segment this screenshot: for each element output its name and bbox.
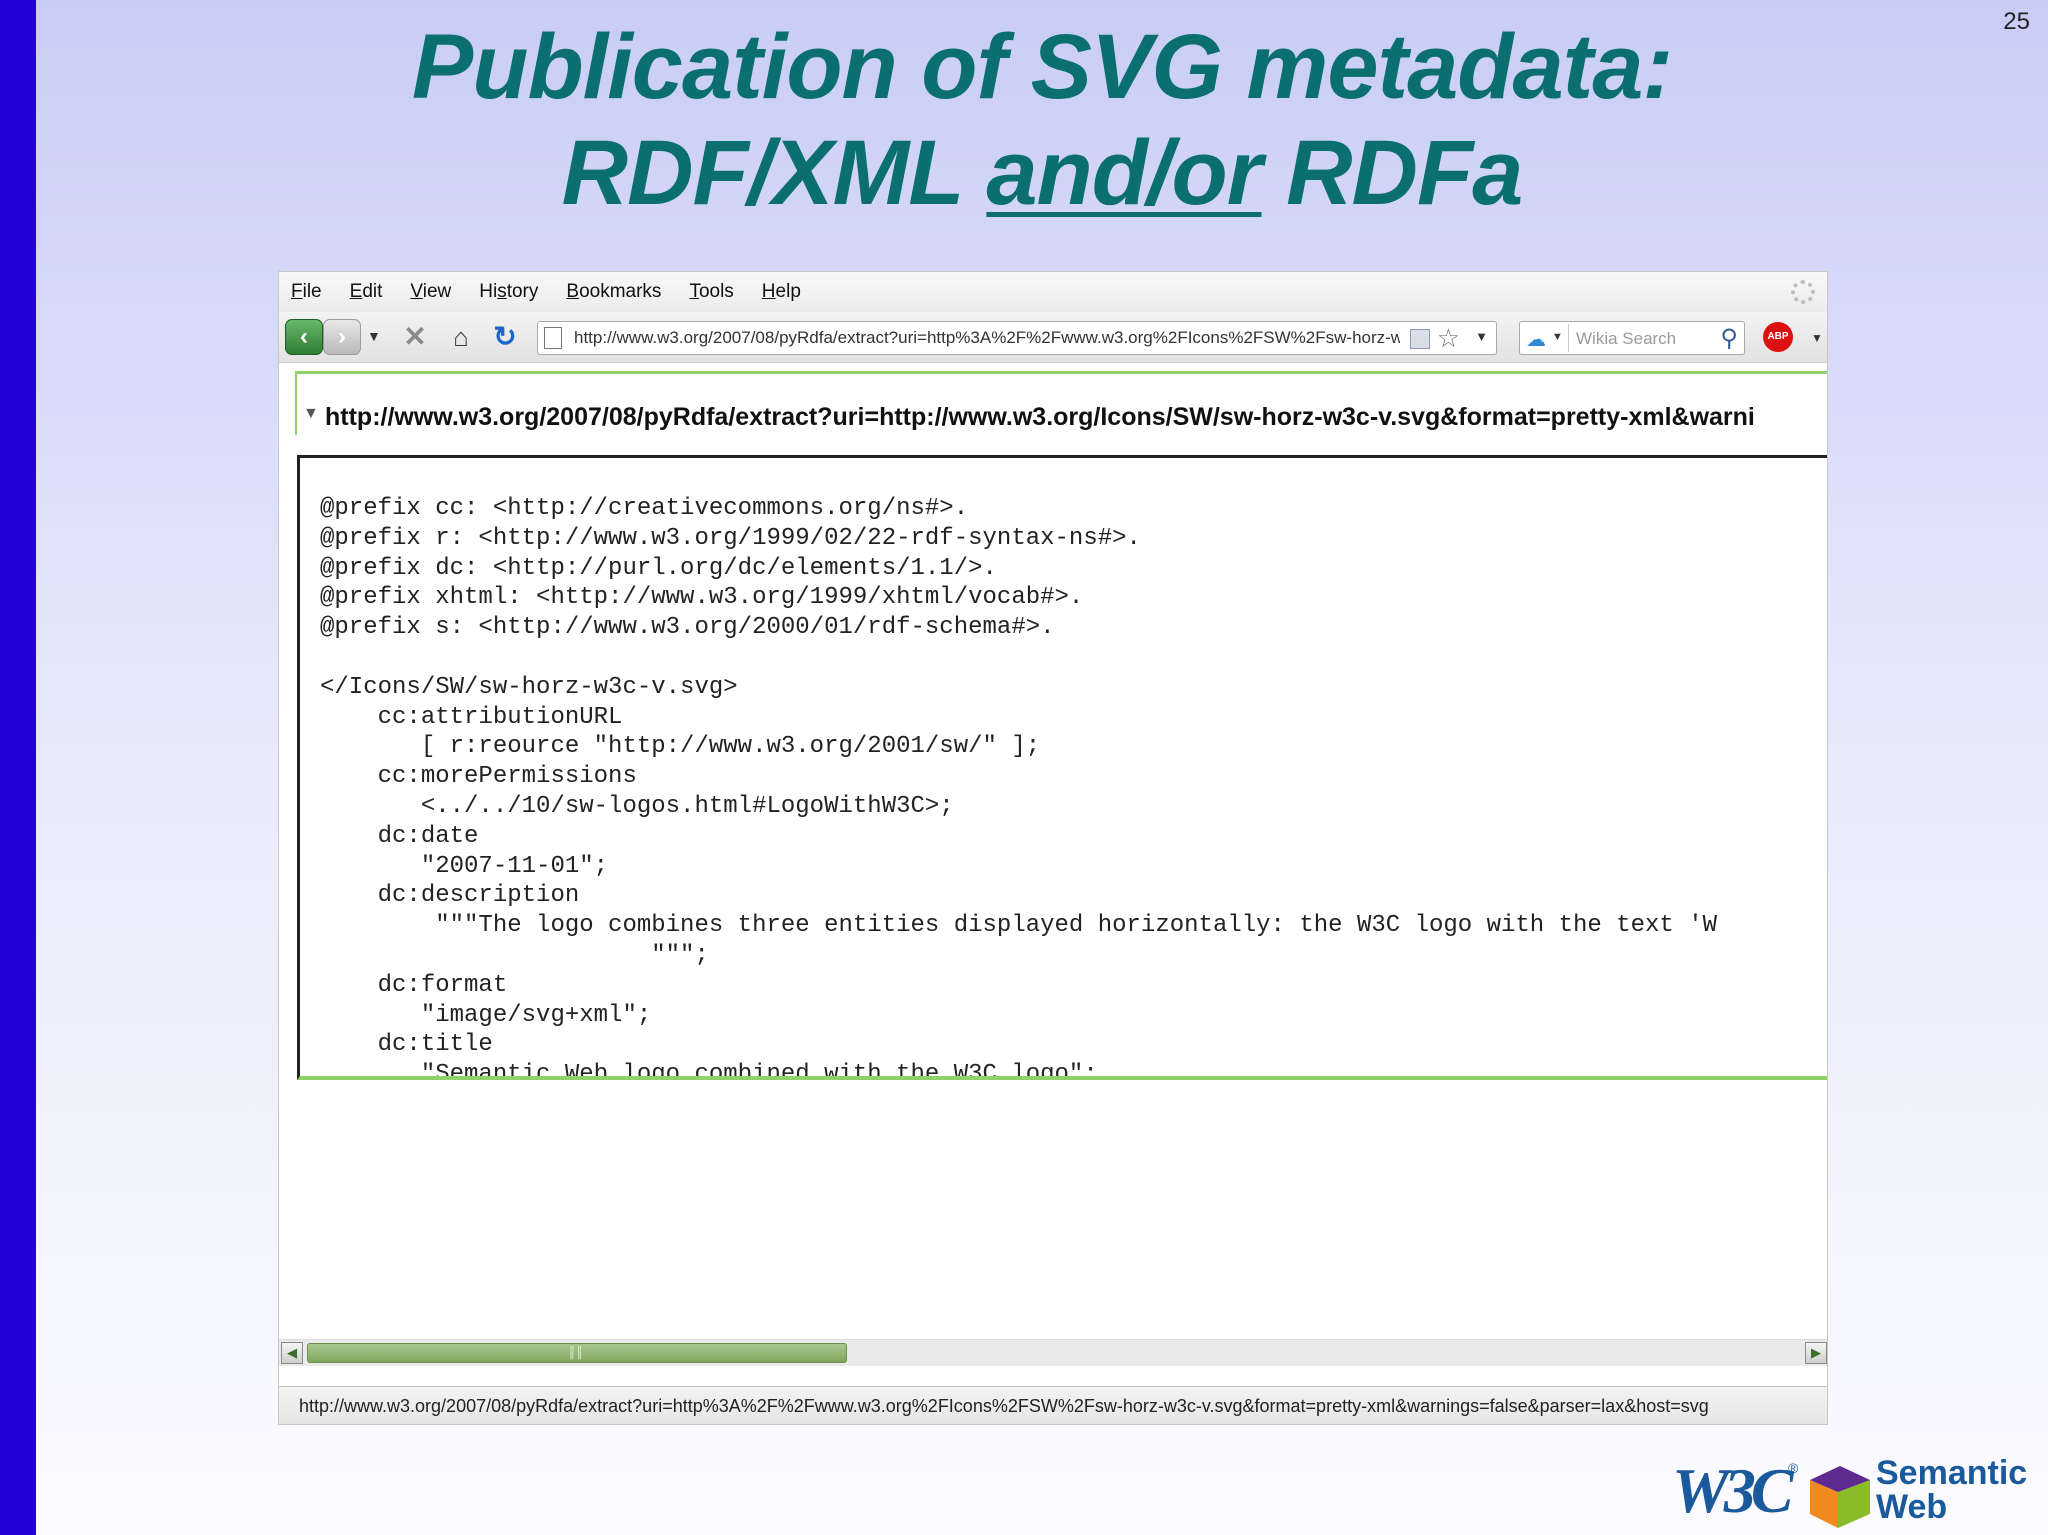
feed-icon[interactable] <box>1410 329 1430 349</box>
bookmark-star-icon[interactable]: ☆ <box>1437 323 1460 354</box>
search-placeholder[interactable]: Wikia Search <box>1576 329 1676 349</box>
status-bar: http://www.w3.org/2007/08/pyRdfa/extract… <box>279 1386 1827 1424</box>
title-rdfxml: RDF/XML <box>561 122 987 224</box>
menu-item[interactable]: Help <box>762 281 801 303</box>
search-icon[interactable]: ⚲ <box>1720 324 1738 353</box>
menu-item[interactable]: View <box>410 281 451 303</box>
reload-icon[interactable]: ↻ <box>489 321 521 353</box>
semantic-web-cube-icon <box>1810 1466 1870 1528</box>
home-icon[interactable]: ⌂ <box>445 321 477 353</box>
menu-item[interactable]: File <box>291 281 322 303</box>
address-bar[interactable]: http://www.w3.org/2007/08/pyRdfa/extract… <box>537 321 1497 355</box>
scroll-left-button[interactable]: ◀ <box>281 1342 303 1364</box>
web-text: Web <box>1876 1488 1948 1526</box>
code-box: @prefix cc: <http://creativecommons.org/… <box>297 455 1827 1080</box>
registered-mark: ® <box>1788 1460 1799 1476</box>
menu-bar: File Edit View History Bookmarks Tools Help <box>279 272 1827 312</box>
page-icon <box>544 327 562 349</box>
title-andor: and/or <box>986 122 1262 224</box>
engine-dropdown-icon[interactable]: ▼ <box>1552 331 1563 343</box>
content-heading: http://www.w3.org/2007/08/pyRdfa/extract… <box>325 403 1755 431</box>
scroll-right-button[interactable]: ▶ <box>1805 1342 1827 1364</box>
menu-item[interactable]: Edit <box>350 281 383 303</box>
menu-item[interactable]: History <box>479 281 538 303</box>
title-line-2: RDF/XML and/or RDFa <box>36 120 2048 226</box>
browser-window: File Edit View History Bookmarks Tools Help ‹ … <box>278 271 1828 1425</box>
rdf-code: @prefix cc: <http://creativecommons.org/… <box>320 495 1718 1080</box>
address-text[interactable]: http://www.w3.org/2007/08/pyRdfa/extract… <box>574 328 1400 348</box>
menu-item[interactable]: Bookmarks <box>566 281 661 303</box>
title-line-1: Publication of SVG metadata: <box>411 16 1673 118</box>
adblock-icon[interactable]: ABP <box>1763 322 1793 352</box>
scroll-thumb[interactable]: ║║ <box>307 1343 847 1363</box>
address-dropdown-icon[interactable]: ▼ <box>1475 329 1488 344</box>
history-dropdown-icon[interactable]: ▼ <box>367 328 381 344</box>
horizontal-scrollbar[interactable]: ◀ ║║ ▶ <box>279 1339 1827 1366</box>
search-box[interactable]: ☁ ▼ Wikia Search ⚲ <box>1519 321 1745 355</box>
navigation-toolbar: ‹ › ▼ ✕ ⌂ ↻ http://www.w3.org/2007/08/py… <box>279 312 1827 363</box>
throbber-icon <box>1791 280 1815 304</box>
title-rdfa: RDFa <box>1261 122 1523 224</box>
arrow-left-icon: ‹ <box>300 323 308 350</box>
grip-icon: ║║ <box>568 1347 584 1359</box>
slide-left-bar <box>0 0 36 1535</box>
back-button[interactable]: ‹ <box>285 319 323 355</box>
forward-button[interactable]: › <box>323 319 361 355</box>
collapse-triangle-icon[interactable]: ▼ <box>303 405 319 423</box>
slide-title: Publication of SVG metadata: RDF/XML and… <box>36 14 2048 226</box>
arrow-right-icon: › <box>338 323 346 350</box>
search-engine-icon[interactable]: ☁ <box>1526 327 1546 352</box>
menu-item[interactable]: Tools <box>689 281 733 303</box>
page-content: ▼ http://www.w3.org/2007/08/pyRdfa/extra… <box>279 363 1827 1424</box>
toolbar-dropdown-icon[interactable]: ▼ <box>1811 331 1823 345</box>
w3c-logo: W3C <box>1672 1455 1794 1526</box>
semantic-web-logo: Semantic Web <box>1876 1456 2027 1524</box>
stop-icon[interactable]: ✕ <box>399 321 431 353</box>
semantic-text: Semantic <box>1876 1454 2028 1492</box>
